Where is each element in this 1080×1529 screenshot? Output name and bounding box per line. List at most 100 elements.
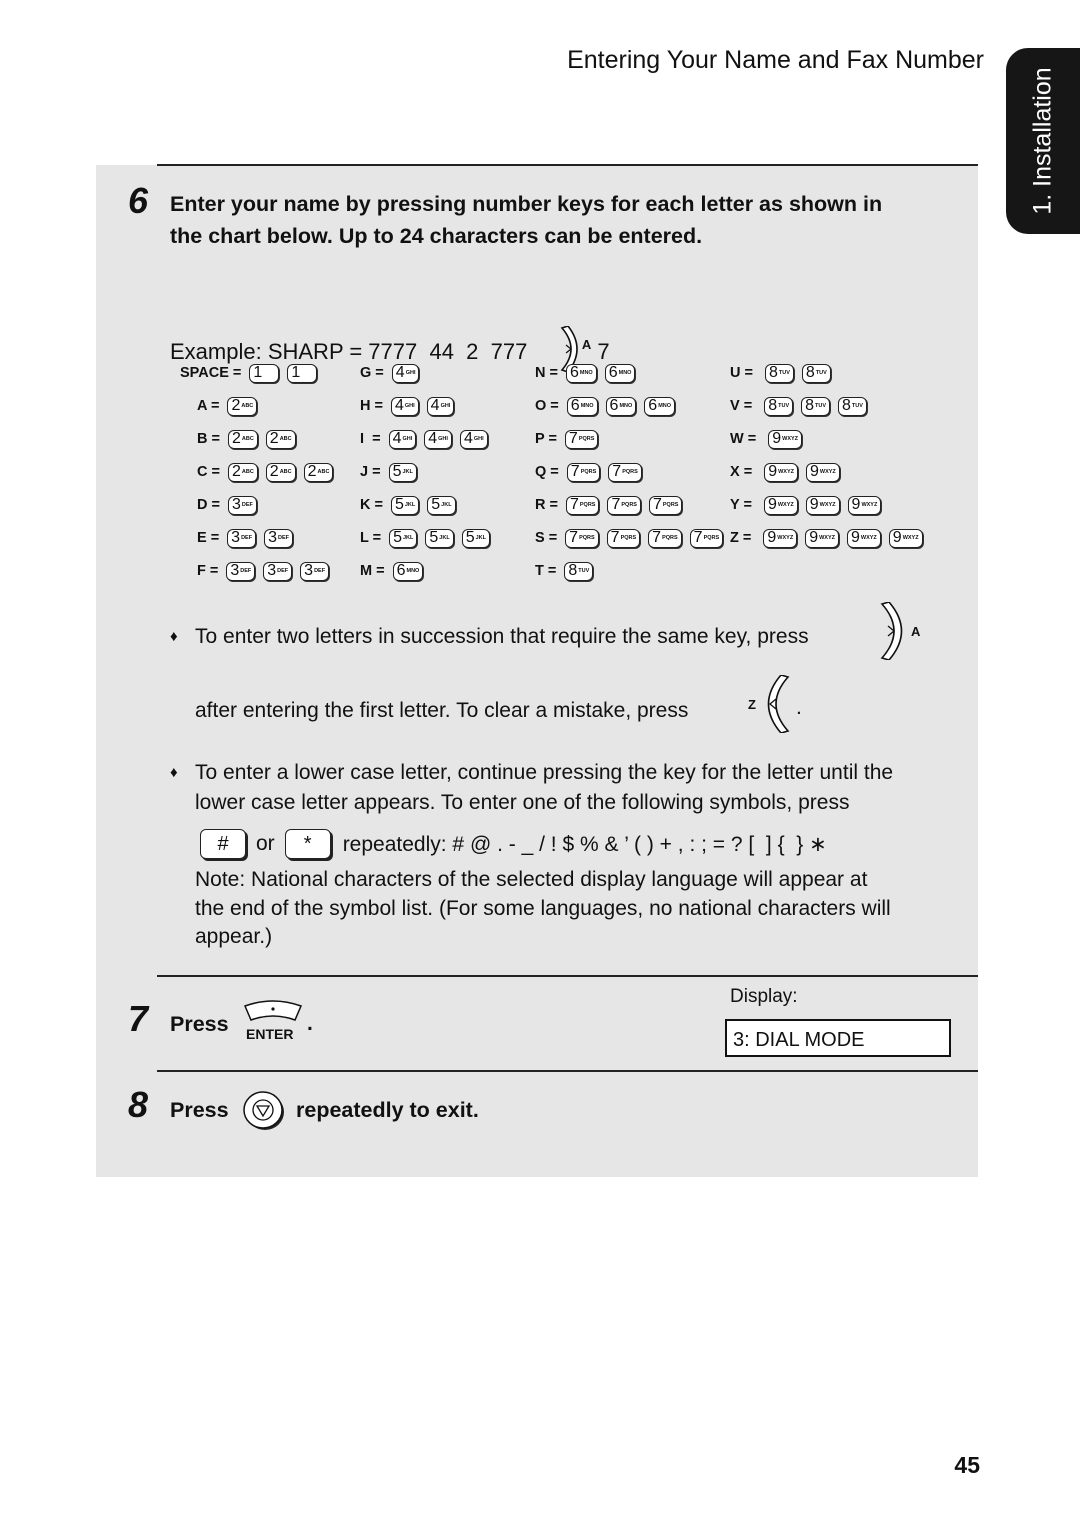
- key-digit: 4: [394, 397, 404, 414]
- key-digit: 4: [463, 430, 473, 447]
- number-key-icon: 4 GHI: [388, 429, 417, 449]
- key-digit: 3: [231, 529, 241, 546]
- key-letters: MNO: [619, 403, 633, 409]
- key-digit: 7: [570, 463, 580, 480]
- key-digit: 6: [570, 397, 580, 414]
- key-letters: JKL: [439, 535, 450, 541]
- key-letters: ABC: [279, 436, 292, 442]
- number-key-icon: 8 TUV: [801, 396, 831, 416]
- key-digit: 7: [612, 463, 622, 480]
- chart-row: G = 4 GHI: [360, 360, 420, 386]
- key-digit: 1: [253, 364, 263, 381]
- number-key-icon: 9 WXYZ: [764, 462, 798, 482]
- key-letters: GHI: [405, 370, 416, 376]
- key-letters: WXYZ: [778, 469, 794, 475]
- key-digit: 3: [231, 496, 241, 513]
- key-letters: WXYZ: [782, 436, 799, 442]
- number-key-icon: 8 TUV: [564, 561, 594, 581]
- section-tab-label: 1. Installation: [1028, 67, 1057, 215]
- chart-letter-label: Q =: [535, 464, 559, 480]
- number-key-icon: 8 TUV: [801, 363, 831, 383]
- key-digit: 2: [231, 397, 241, 414]
- key-letters: DEF: [277, 535, 289, 541]
- chart-row: N = 6 MNO 6 MNO: [535, 360, 636, 386]
- key-letters: GHI: [402, 436, 413, 442]
- key-letters: GHI: [473, 436, 484, 442]
- chart-letter-label: F =: [197, 563, 219, 579]
- symbol-line: # or * repeatedly: # @ . - _ / ! $ % & ’…: [200, 829, 827, 859]
- chart-row: M = 6 MNO: [360, 558, 424, 584]
- chart-letter-label: SPACE =: [180, 365, 242, 381]
- key-letters: JKL: [403, 535, 414, 541]
- advance-key-letter: A: [911, 624, 921, 639]
- key-letters: PQRS: [622, 469, 638, 475]
- chart-letter-label: A =: [197, 398, 220, 414]
- divider: [157, 975, 978, 977]
- chart-letter-label: M =: [360, 563, 385, 579]
- number-key-icon: 9 WXYZ: [847, 495, 882, 515]
- number-key-icon: 6 MNO: [644, 396, 676, 416]
- key-letters: PQRS: [579, 535, 595, 541]
- chart-letter-label: L =: [360, 530, 382, 546]
- number-key-icon: 7 PQRS: [689, 528, 724, 548]
- step-8-number: 8: [128, 1084, 149, 1125]
- number-key-icon: 9 WXYZ: [805, 528, 839, 548]
- key-digit: 4: [430, 397, 440, 414]
- number-key-icon: 6 MNO: [566, 396, 598, 416]
- key-letters: GHI: [440, 403, 451, 409]
- key-letters: GHI: [438, 436, 448, 442]
- key-letters: JKL: [475, 535, 486, 541]
- key-digit: 6: [569, 364, 579, 381]
- period: .: [307, 1012, 313, 1035]
- key-digit: 7: [652, 529, 662, 546]
- key-letters: WXYZ: [777, 502, 794, 508]
- key-letters: DEF: [241, 535, 253, 541]
- number-key-icon: 4 GHI: [390, 396, 419, 416]
- key-letters: DEF: [277, 568, 289, 574]
- key-digit: 7: [569, 496, 579, 513]
- key-digit: 9: [772, 430, 782, 447]
- chart-row: E = 3 DEF 3 DEF: [197, 525, 293, 551]
- key-letters: MNO: [580, 403, 594, 409]
- step-7-number: 7: [128, 998, 149, 1039]
- chart-letter-label: I =: [360, 431, 381, 447]
- number-key-icon: 9 WXYZ: [846, 528, 881, 548]
- chart-row: Q = 7 PQRS 7 PQRS: [535, 459, 642, 485]
- number-key-icon: 7 PQRS: [606, 528, 641, 548]
- number-key-icon: 1: [287, 363, 318, 383]
- chart-row: B = 2 ABC 2 ABC: [197, 426, 296, 452]
- key-letters: ABC: [241, 469, 254, 475]
- key-letters: JKL: [441, 502, 452, 508]
- key-digit: 3: [230, 562, 240, 579]
- key-letters: WXYZ: [819, 535, 835, 541]
- number-key-icon: 9 WXYZ: [805, 495, 840, 515]
- key-letters: TUV: [578, 568, 590, 574]
- step-8-press: Press: [170, 1098, 229, 1122]
- chart-row: H = 4 GHI 4 GHI: [360, 393, 455, 419]
- bullet-2-line-2: lower case letter appears. To enter one …: [195, 791, 850, 814]
- page-header-title: Entering Your Name and Fax Number: [567, 46, 984, 74]
- key-digit: 8: [805, 364, 815, 381]
- key-digit: 7: [569, 529, 579, 546]
- bullet-lower-case: ♦ To enter a lower case letter, continue…: [170, 758, 893, 818]
- number-key-icon: 9 WXYZ: [763, 528, 798, 548]
- key-digit: 9: [810, 463, 819, 480]
- hash-key: #: [200, 829, 246, 859]
- chart-letter-label: V =: [730, 398, 757, 414]
- chart-row: R = 7 PQRS 7 PQRS 7 PQRS: [535, 492, 683, 518]
- note-line-2: the end of the symbol list. (For some la…: [195, 896, 891, 920]
- chart-row: T = 8 TUV: [535, 558, 594, 584]
- key-letters: MNO: [406, 568, 420, 574]
- key-digit: 9: [767, 496, 777, 513]
- key-digit: 8: [769, 364, 778, 381]
- key-letters: WXYZ: [819, 502, 836, 508]
- chart-row: J = 5 JKL: [360, 459, 417, 485]
- chart-row: Y = 9 WXYZ 9 WXYZ 9 WXYZ: [730, 492, 882, 518]
- key-digit: 3: [267, 562, 277, 579]
- number-key-icon: 2 ABC: [227, 396, 258, 416]
- number-key-icon: 8 TUV: [764, 396, 794, 416]
- chart-letter-label: N =: [535, 365, 558, 381]
- chart-letter-label: E =: [197, 530, 220, 546]
- key-letters: PQRS: [662, 535, 678, 541]
- chart-letter-label: Y =: [730, 497, 756, 513]
